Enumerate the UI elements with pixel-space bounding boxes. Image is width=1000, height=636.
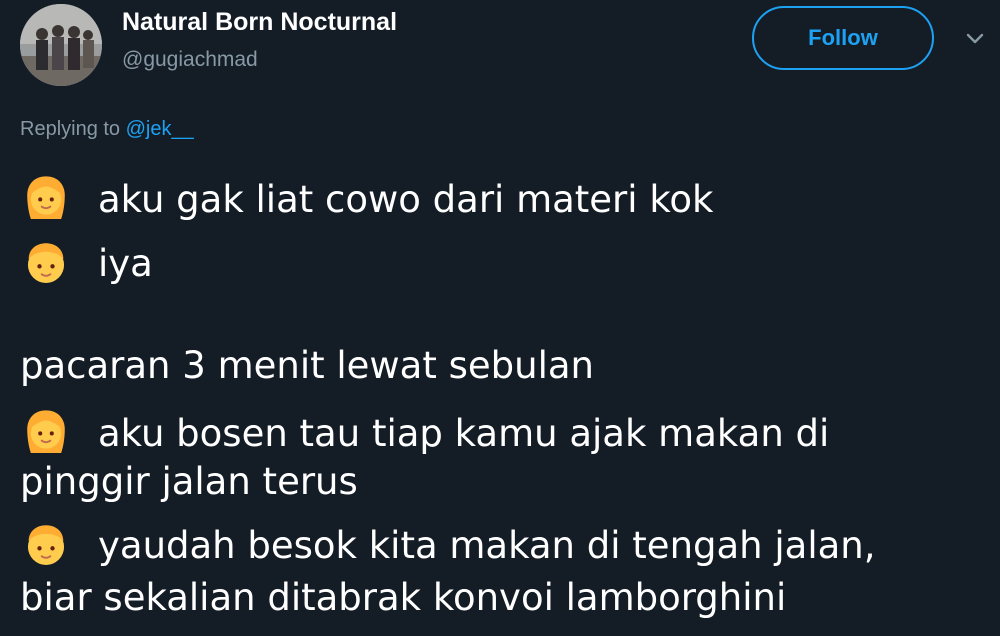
tweet-line: biar sekalian ditabrak konvoi lamborghin…: [20, 576, 786, 620]
boy-emoji: [20, 236, 72, 288]
tweet-line-text: pacaran 3 menit lewat sebulan: [20, 344, 595, 387]
tweet-line: iya: [20, 236, 153, 288]
avatar[interactable]: [20, 4, 102, 86]
reply-mention-link[interactable]: @jek__: [126, 118, 194, 140]
tweet-line-text: iya: [98, 242, 153, 285]
tweet-line: aku bosen tau tiap kamu ajak makan di: [20, 406, 829, 458]
tweet-line-text: pinggir jalan terus: [20, 460, 358, 503]
replying-to: Replying to @jek__: [20, 118, 194, 141]
follow-button[interactable]: Follow: [752, 6, 934, 70]
tweet-line: pacaran 3 menit lewat sebulan: [20, 344, 594, 388]
boy-emoji: [20, 518, 72, 570]
girl-emoji: [20, 172, 72, 224]
tweet-line: pinggir jalan terus: [20, 460, 358, 504]
girl-emoji: [20, 406, 72, 458]
tweet-line-text: aku bosen tau tiap kamu ajak makan di: [98, 412, 830, 455]
replying-to-label: Replying to: [20, 118, 126, 140]
user-handle[interactable]: @gugiachmad: [122, 48, 258, 72]
tweet-line-text: biar sekalian ditabrak konvoi lamborghin…: [20, 576, 787, 619]
tweet-line: aku gak liat cowo dari materi kok: [20, 172, 714, 224]
display-name[interactable]: Natural Born Nocturnal: [122, 8, 397, 37]
chevron-down-icon[interactable]: [966, 32, 984, 46]
tweet-line-text: aku gak liat cowo dari materi kok: [98, 178, 714, 221]
tweet-line: yaudah besok kita makan di tengah jalan,: [20, 518, 876, 570]
tweet-line-text: yaudah besok kita makan di tengah jalan,: [98, 524, 876, 567]
